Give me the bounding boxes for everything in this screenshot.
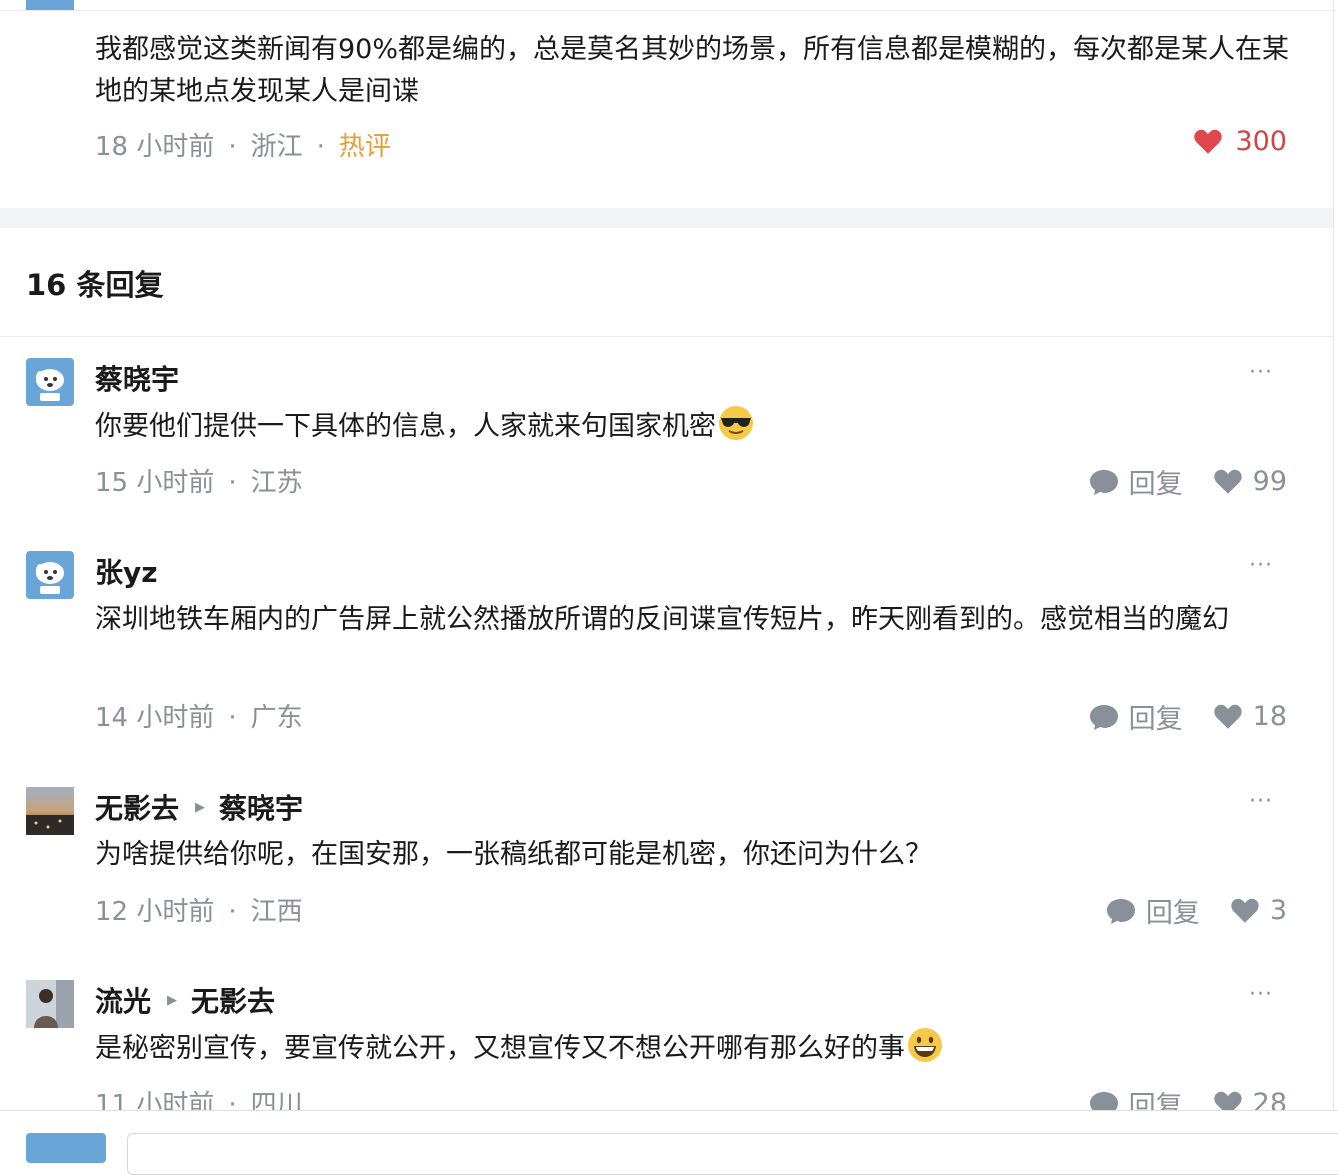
reply-text: 深圳地铁车厢内的广告屏上就公然播放所谓的反间谍宣传短片，昨天刚看到的。感觉相当的… bbox=[95, 604, 1229, 635]
more-options-button[interactable]: ··· bbox=[1249, 360, 1273, 385]
meta-separator: · bbox=[316, 132, 325, 162]
reply-button[interactable]: 回复 bbox=[1089, 697, 1183, 736]
more-options-button[interactable]: ··· bbox=[1249, 789, 1273, 814]
reply-user-line: 张yz bbox=[95, 551, 158, 591]
heart-icon bbox=[1231, 898, 1259, 923]
heart-icon bbox=[1213, 704, 1242, 729]
top-comment-meta: 18 小时前 · 浙江 · 热评 bbox=[95, 126, 391, 163]
reply-location: 江西 bbox=[250, 897, 303, 927]
reply-location: 广东 bbox=[250, 703, 303, 733]
current-user-avatar[interactable] bbox=[26, 1133, 106, 1163]
reply-location: 江苏 bbox=[250, 468, 303, 498]
reply-text: 你要他们提供一下具体的信息，人家就来句国家机密 bbox=[95, 405, 1290, 448]
divider bbox=[0, 336, 1333, 337]
reply-to-username[interactable]: 蔡晓宇 bbox=[219, 787, 303, 827]
top-comment-like-button[interactable]: 300 bbox=[1193, 126, 1287, 157]
like-button[interactable]: 3 bbox=[1230, 895, 1287, 926]
reply-button-label: 回复 bbox=[1128, 469, 1183, 500]
default-avatar-icon[interactable] bbox=[26, 551, 74, 599]
reply-composer-bar bbox=[0, 1110, 1338, 1175]
reply-text: 是秘密别宣传，要宣传就公开，又想宣传又不想公开哪有那么好的事 bbox=[95, 1027, 1290, 1070]
reply-user-line: 蔡晓宇 bbox=[95, 358, 179, 398]
meta-separator: · bbox=[228, 897, 237, 927]
reply-actions: 回复 18 bbox=[1089, 697, 1287, 736]
username[interactable]: 流光 bbox=[95, 980, 151, 1020]
section-divider bbox=[0, 208, 1333, 228]
reply-meta: 15 小时前 · 江苏 bbox=[95, 462, 303, 499]
reply-input[interactable] bbox=[127, 1133, 1338, 1175]
reply-time: 12 小时前 bbox=[95, 897, 215, 927]
hot-comment-badge: 热评 bbox=[338, 132, 391, 162]
top-comment-text: 我都感觉这类新闻有90%都是编的，总是莫名其妙的场景，所有信息都是模糊的，每次都… bbox=[95, 34, 1290, 107]
reply-actions: 回复 99 bbox=[1089, 462, 1287, 501]
comment-location: 浙江 bbox=[250, 132, 303, 162]
comment-time: 18 小时前 bbox=[95, 132, 215, 162]
reply-user-line: 流光 ▶ 无影去 bbox=[95, 980, 275, 1020]
like-button[interactable]: 99 bbox=[1213, 466, 1287, 497]
comment-thread-page: 我都感觉这类新闻有90%都是编的，总是莫名其妙的场景，所有信息都是模糊的，每次都… bbox=[0, 0, 1334, 1144]
reply-time: 15 小时前 bbox=[95, 468, 215, 498]
username[interactable]: 蔡晓宇 bbox=[95, 358, 179, 398]
reply-to-arrow-icon: ▶ bbox=[167, 992, 178, 1008]
like-count: 18 bbox=[1252, 701, 1287, 732]
user-photo-avatar[interactable] bbox=[26, 980, 74, 1028]
username[interactable]: 无影去 bbox=[95, 787, 179, 827]
reply-time: 14 小时前 bbox=[95, 703, 215, 733]
reply-meta: 14 小时前 · 广东 bbox=[95, 697, 303, 734]
meta-separator: · bbox=[228, 132, 237, 162]
sunglasses-emoji-icon bbox=[719, 406, 753, 440]
reply-to-username[interactable]: 无影去 bbox=[191, 980, 275, 1020]
speech-bubble-icon bbox=[1089, 704, 1118, 730]
reply-meta: 12 小时前 · 江西 bbox=[95, 891, 303, 928]
like-count: 300 bbox=[1235, 126, 1287, 157]
like-count: 3 bbox=[1269, 895, 1287, 926]
grinning-emoji-icon bbox=[908, 1028, 942, 1062]
reply-text: 为啥提供给你呢，在国安那，一张稿纸都可能是机密，你还问为什么？ bbox=[95, 839, 932, 870]
reply-to-arrow-icon: ▶ bbox=[195, 799, 206, 815]
reply-button[interactable]: 回复 bbox=[1089, 462, 1183, 501]
top-comment-header-clipped bbox=[0, 0, 1333, 11]
reply-actions: 回复 3 bbox=[1106, 891, 1287, 930]
reply-button-label: 回复 bbox=[1128, 704, 1183, 735]
meta-separator: · bbox=[228, 703, 237, 733]
reply-text-content: 你要他们提供一下具体的信息，人家就来句国家机密 bbox=[95, 411, 716, 442]
reply-text-content: 是秘密别宣传，要宣传就公开，又想宣传又不想公开哪有那么好的事 bbox=[95, 1033, 905, 1064]
more-options-button[interactable]: ··· bbox=[1249, 553, 1273, 578]
username[interactable]: 张yz bbox=[95, 551, 158, 591]
replies-count-heading: 16 条回复 bbox=[26, 268, 164, 302]
speech-bubble-icon bbox=[1106, 898, 1135, 924]
like-count: 99 bbox=[1252, 466, 1287, 497]
default-avatar-icon[interactable] bbox=[26, 0, 74, 11]
speech-bubble-icon bbox=[1089, 469, 1118, 495]
heart-filled-icon bbox=[1194, 129, 1223, 154]
user-photo-avatar[interactable] bbox=[26, 787, 74, 835]
reply-button-label: 回复 bbox=[1145, 898, 1200, 929]
like-button[interactable]: 18 bbox=[1213, 701, 1287, 732]
heart-icon bbox=[1213, 469, 1242, 494]
reply-button[interactable]: 回复 bbox=[1106, 891, 1200, 930]
meta-separator: · bbox=[228, 468, 237, 498]
more-options-button[interactable]: ··· bbox=[1249, 982, 1273, 1007]
reply-user-line: 无影去 ▶ 蔡晓宇 bbox=[95, 787, 303, 827]
default-avatar-icon[interactable] bbox=[26, 358, 74, 406]
